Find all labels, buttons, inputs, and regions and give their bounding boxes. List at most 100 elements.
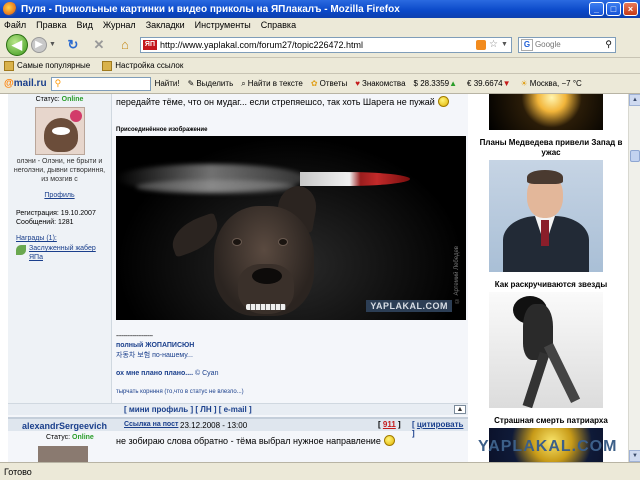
post-footer: [ мини профиль ] [ ЛН ] [ e-mail ] ▲ [8, 403, 468, 415]
photo-watermark: YAPLAKAL.COM [366, 300, 452, 312]
dating-label: Знакомства [362, 79, 406, 88]
url-dropdown-icon[interactable]: ▼ [501, 41, 508, 48]
avatar-cat-icon [43, 118, 78, 152]
model-leg [543, 342, 581, 404]
dog-eye [232, 238, 242, 246]
signature-line: ох мне плано плано.... © Cyan [116, 369, 244, 378]
cite-label[interactable]: цитировать [417, 420, 464, 429]
mailru-find-in-text-button[interactable]: ⌕ Найти в тексте [241, 79, 303, 89]
bookmark-icon [4, 60, 14, 71]
mailru-logo[interactable]: @mail.ru [4, 78, 47, 89]
search-input[interactable] [534, 40, 595, 49]
avatar[interactable] [34, 107, 85, 155]
mailru-answers-button[interactable]: ✿ Ответы [311, 79, 347, 88]
history-dropdown-icon[interactable]: ▼ [49, 41, 56, 48]
address-bar[interactable]: ЯП http://www.yaplakal.com/forum27/topic… [139, 36, 512, 53]
stop-icon[interactable]: ✕ [91, 37, 107, 53]
post-number-value[interactable]: 911 [383, 420, 396, 429]
scroll-top-icon[interactable]: ▲ [454, 405, 466, 414]
profile-link[interactable]: Профиль [8, 192, 111, 199]
weather-label: Москва, −7 °C [529, 79, 582, 88]
ad-image-model[interactable] [489, 292, 603, 408]
avatar-flower-icon [69, 110, 82, 122]
bookmark-icon [102, 60, 113, 71]
bookmark-customize-links[interactable]: Настройка ссылок [102, 60, 184, 71]
signature-quote: ох мне плано плано.... [116, 370, 194, 378]
menu-view[interactable]: Вид [77, 20, 93, 30]
usd-rate[interactable]: $ 28.3359 ▲ [414, 79, 460, 88]
back-button[interactable]: ◀ [6, 33, 28, 56]
url-text[interactable]: http://www.yaplakal.com/forum27/topic226… [160, 40, 476, 50]
eur-rate[interactable]: € 39.6674 ▼ [467, 79, 513, 88]
smiley-icon [437, 96, 449, 107]
ad-title[interactable]: Планы Медведева привели Запад в ужас [476, 138, 626, 158]
site-watermark: YAPLAKAL.COM [478, 438, 618, 455]
menu-history[interactable]: Журнал [103, 20, 136, 30]
bookmark-star-icon[interactable]: ☆ [489, 39, 498, 50]
highlight-label: Выделить [196, 79, 234, 88]
close-button[interactable]: × [623, 2, 638, 16]
user-info-column: Статус: Online олэни - Олэни, не брыти и… [8, 94, 112, 404]
ad-title[interactable]: Как раскручиваются звезды [476, 280, 626, 290]
post-number[interactable]: [ 911 ] [378, 420, 401, 429]
usd-value: $ 28.3359 [413, 79, 450, 88]
answers-icon: ✿ [310, 79, 318, 88]
post-link[interactable]: Ссылка на пост [124, 421, 178, 428]
user-motto: олэни - Олэни, не брыти и неголэни, дывн… [13, 158, 106, 183]
rate-down-icon: ▼ [502, 79, 511, 88]
bookmark-label: Настройка ссылок [115, 61, 184, 70]
rate-up-icon: ▲ [449, 79, 458, 88]
home-icon[interactable]: ⌂ [117, 37, 133, 53]
scroll-up-icon[interactable]: ▲ [629, 94, 640, 106]
cite-button[interactable]: [ цитировать ] [412, 420, 468, 438]
mailru-highlight-button[interactable]: ✎ Выделить [188, 79, 234, 88]
politician-tie [541, 220, 549, 246]
window-titlebar: Пуля - Прикольные картинки и видео прико… [0, 0, 640, 18]
post-author[interactable]: alexandrSergeevich [22, 421, 107, 431]
rss-icon[interactable] [476, 39, 487, 50]
menu-edit[interactable]: Правка [36, 20, 66, 30]
search-icon[interactable]: ⚲ [605, 39, 612, 50]
mailru-logo-at: @ [4, 78, 14, 89]
post-footer-links[interactable]: [ мини профиль ] [ ЛН ] [ e-mail ] [124, 405, 252, 414]
mailru-dating-button[interactable]: ♥ Знакомства [355, 79, 405, 88]
dog-eye [278, 238, 288, 246]
signature-line: 자동차 보험 по-нашему... [116, 351, 193, 359]
back-arrow-icon: ◀ [12, 36, 22, 52]
post-date: 23.12.2008 - 13:00 [180, 421, 248, 430]
reload-icon[interactable]: ↻ [65, 37, 81, 53]
ad-title[interactable]: Страшная смерть патриарха [476, 416, 626, 426]
page-viewport: Статус: Online олэни - Олэни, не брыти и… [0, 94, 640, 462]
menu-tools[interactable]: Инструменты [195, 20, 251, 30]
minimize-button[interactable]: _ [589, 2, 604, 16]
maximize-button[interactable]: □ [606, 2, 621, 16]
weather-button[interactable]: ☀ Москва, −7 °C [521, 79, 582, 88]
attached-image-dog-bullet[interactable]: © Артемий Лебедев YAPLAKAL.COM [116, 136, 466, 320]
site-favicon: ЯП [142, 39, 157, 50]
mailru-search-icon: ⚲ [54, 78, 62, 88]
awards-link[interactable]: Награды (1): [8, 235, 111, 242]
message-count: Сообщений: 1281 [16, 219, 74, 227]
mailru-find-button[interactable]: Найти! [155, 79, 180, 88]
scroll-down-icon[interactable]: ▼ [629, 450, 640, 462]
bookmark-most-visited[interactable]: Самые популярные [4, 60, 90, 71]
mailru-search-input[interactable]: ⚲ [50, 76, 151, 91]
scroll-thumb[interactable] [630, 150, 640, 162]
post-text: передайте тёме, что он мудаг... если стр… [114, 96, 468, 107]
vertical-scrollbar[interactable]: ▲ ▼ [628, 94, 640, 462]
avatar[interactable] [38, 446, 88, 462]
menu-file[interactable]: Файл [4, 20, 26, 30]
google-engine-icon[interactable]: G [520, 38, 533, 51]
menu-bookmarks[interactable]: Закладки [146, 20, 185, 30]
ad-image-sun[interactable] [489, 94, 603, 130]
post-header: alexandrSergeevich Ссылка на пост 23.12.… [8, 417, 468, 438]
award-item[interactable]: Заслуженный жабер ЯПа [8, 245, 111, 262]
firefox-icon [3, 2, 17, 16]
dating-icon: ♥ [355, 79, 360, 88]
forward-button[interactable]: ▶ [31, 36, 47, 53]
search-box[interactable]: G ⚲ [517, 36, 616, 53]
signature-quote-author: © Cyan [195, 370, 219, 378]
politician-hair [527, 170, 563, 184]
ad-image-politician[interactable] [489, 160, 603, 272]
menu-help[interactable]: Справка [261, 20, 296, 30]
